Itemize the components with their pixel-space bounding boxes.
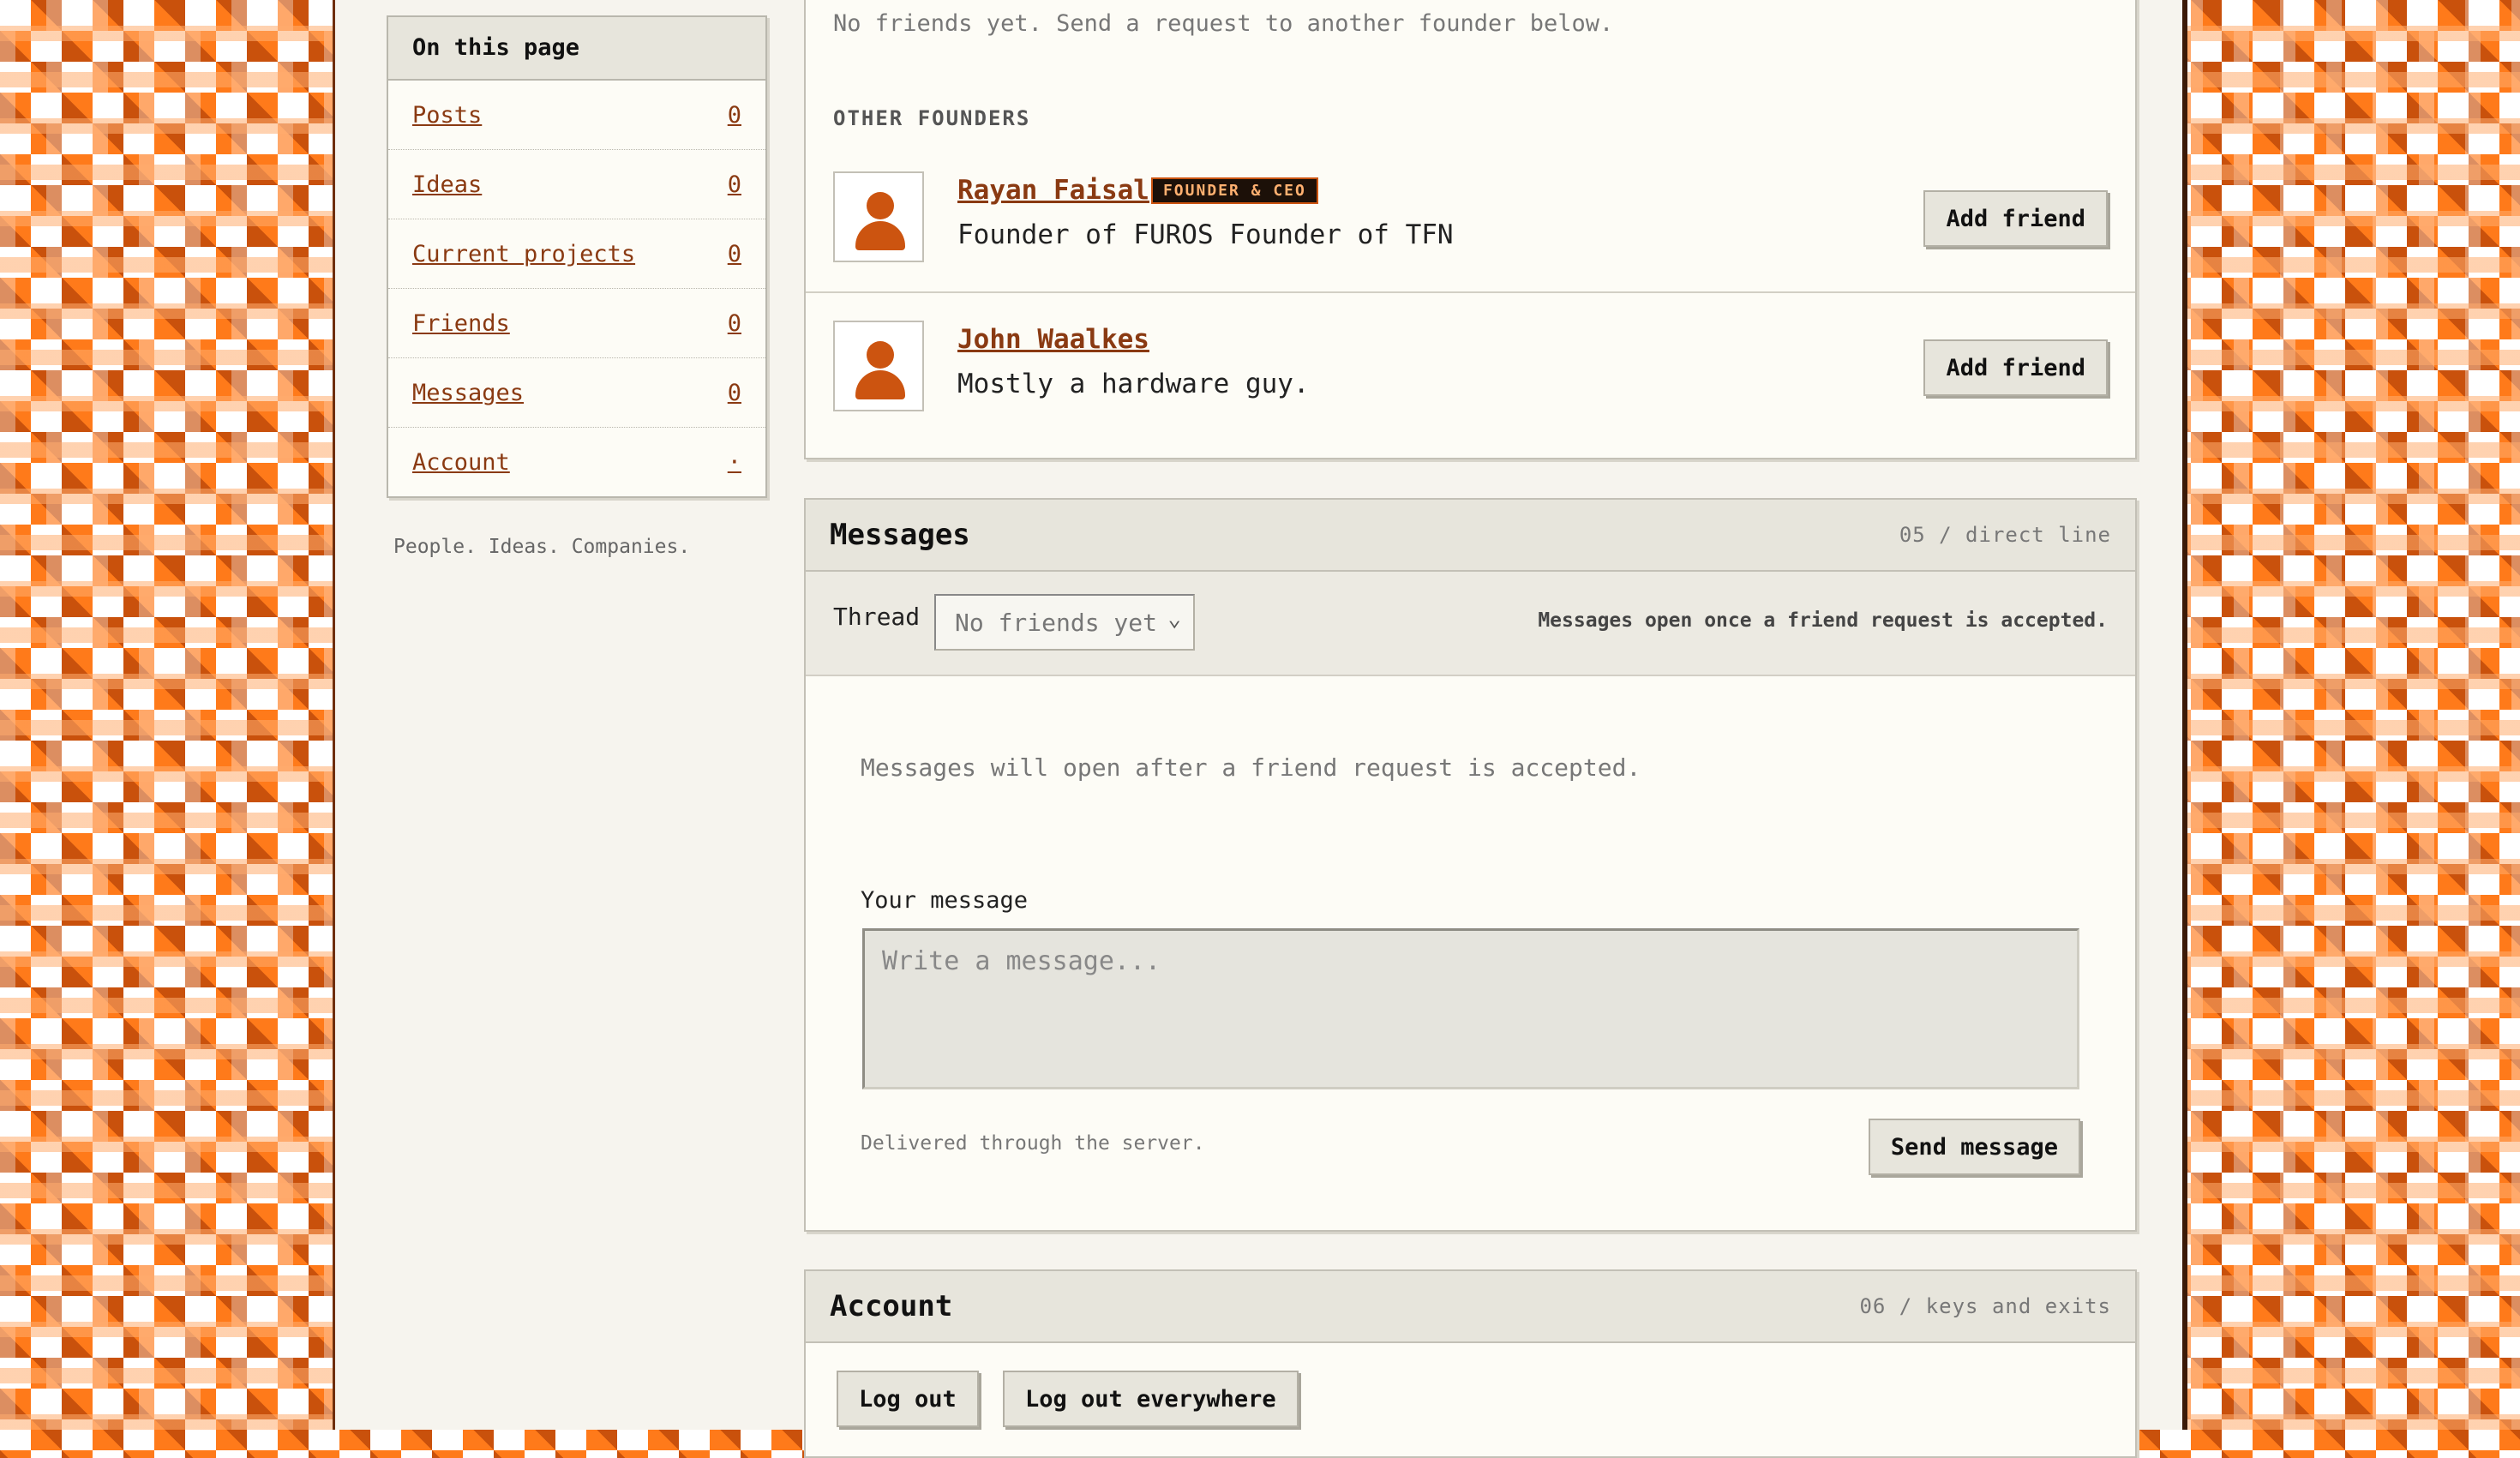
nav-item-label[interactable]: Friends [412, 310, 510, 337]
role-badge: FOUNDER & CEO [1150, 177, 1318, 204]
nav-item-label[interactable]: Ideas [412, 171, 482, 198]
founder-name[interactable]: Rayan Faisal [957, 175, 1149, 206]
avatar [833, 171, 924, 262]
section-meta: 06 / keys and exits [1859, 1294, 2111, 1318]
founder-bio: Mostly a hardware guy. [957, 369, 1310, 399]
message-placeholder: Write a message... [882, 946, 1161, 976]
messages-card: Messages 05 / direct line Thread No frie… [804, 498, 2137, 1232]
friends-empty-text: No friends yet. Send a request to anothe… [833, 10, 1614, 37]
section-title: Messages [830, 518, 970, 552]
nav-item-label[interactable]: Posts [412, 102, 482, 129]
section-title: Account [830, 1289, 953, 1323]
account-header: Account 06 / keys and exits [806, 1271, 2135, 1343]
nav-item-label[interactable]: Current projects [412, 241, 635, 267]
nav-item-ideas[interactable]: Ideas 0 [388, 150, 765, 219]
thread-selected-value: No friends yet [955, 608, 1158, 637]
section-meta: 05 / direct line [1899, 523, 2111, 547]
thread-notice: Messages open once a friend request is a… [1538, 609, 2108, 632]
founder-name-link[interactable]: John Waalkes [957, 324, 1149, 355]
founder-row: Rayan Faisal FOUNDER & CEO Founder of FUR… [806, 144, 2135, 293]
founder-bio: Founder of FUROS Founder of TFN [957, 219, 1454, 250]
nav-item-count[interactable]: 0 [728, 171, 741, 198]
avatar [833, 321, 924, 411]
messages-empty-text: Messages will open after a friend reques… [861, 753, 1641, 782]
nav-item-label[interactable]: Messages [412, 380, 524, 406]
founder-name[interactable]: John Waalkes [957, 324, 1149, 355]
friends-card: No friends yet. Send a request to anothe… [804, 0, 2137, 459]
other-founders-heading: OTHER FOUNDERS [833, 106, 1031, 130]
nav-item-count[interactable]: 0 [728, 310, 741, 337]
page-content: On this page Posts 0 Ideas 0 Current pro… [333, 0, 2187, 1458]
nav-item-label[interactable]: Account [412, 449, 510, 476]
account-card: Account 06 / keys and exits Log out Log … [804, 1269, 2137, 1458]
nav-title: On this page [388, 17, 765, 81]
add-friend-button[interactable]: Add friend [1923, 190, 2108, 247]
on-this-page-nav: On this page Posts 0 Ideas 0 Current pro… [387, 15, 767, 498]
founder-row: John Waalkes Mostly a hardware guy. Add … [806, 295, 2135, 444]
site-tagline: People. Ideas. Companies. [393, 536, 691, 558]
nav-item-posts[interactable]: Posts 0 [388, 81, 765, 150]
nav-item-count[interactable]: 0 [728, 380, 741, 406]
nav-item-count[interactable]: 0 [728, 241, 741, 267]
delivery-note: Delivered through the server. [861, 1132, 1205, 1155]
thread-select[interactable]: No friends yet ⌄ [934, 594, 1195, 651]
message-textarea[interactable]: Write a message... [862, 928, 2079, 1089]
founder-name-link[interactable]: Rayan Faisal FOUNDER & CEO [957, 175, 1318, 206]
your-message-label: Your message [861, 887, 1029, 914]
thread-bar: Thread No friends yet ⌄ Messages open on… [806, 572, 2135, 676]
nav-item-count[interactable]: 0 [728, 102, 741, 129]
add-friend-button[interactable]: Add friend [1923, 339, 2108, 396]
nav-item-messages[interactable]: Messages 0 [388, 358, 765, 428]
decorative-pattern-left [0, 0, 333, 1430]
nav-item-friends[interactable]: Friends 0 [388, 289, 765, 358]
chevron-down-icon: ⌄ [1167, 606, 1181, 632]
nav-item-account[interactable]: Account · [388, 428, 765, 496]
log-out-button[interactable]: Log out [837, 1371, 979, 1427]
send-message-button[interactable]: Send message [1868, 1119, 2080, 1175]
decorative-pattern-right [2187, 0, 2520, 1430]
nav-item-count[interactable]: · [728, 449, 741, 476]
messages-header: Messages 05 / direct line [806, 500, 2135, 572]
thread-label: Thread [833, 603, 921, 631]
nav-item-current-projects[interactable]: Current projects 0 [388, 219, 765, 289]
log-out-everywhere-button[interactable]: Log out everywhere [1003, 1371, 1299, 1427]
